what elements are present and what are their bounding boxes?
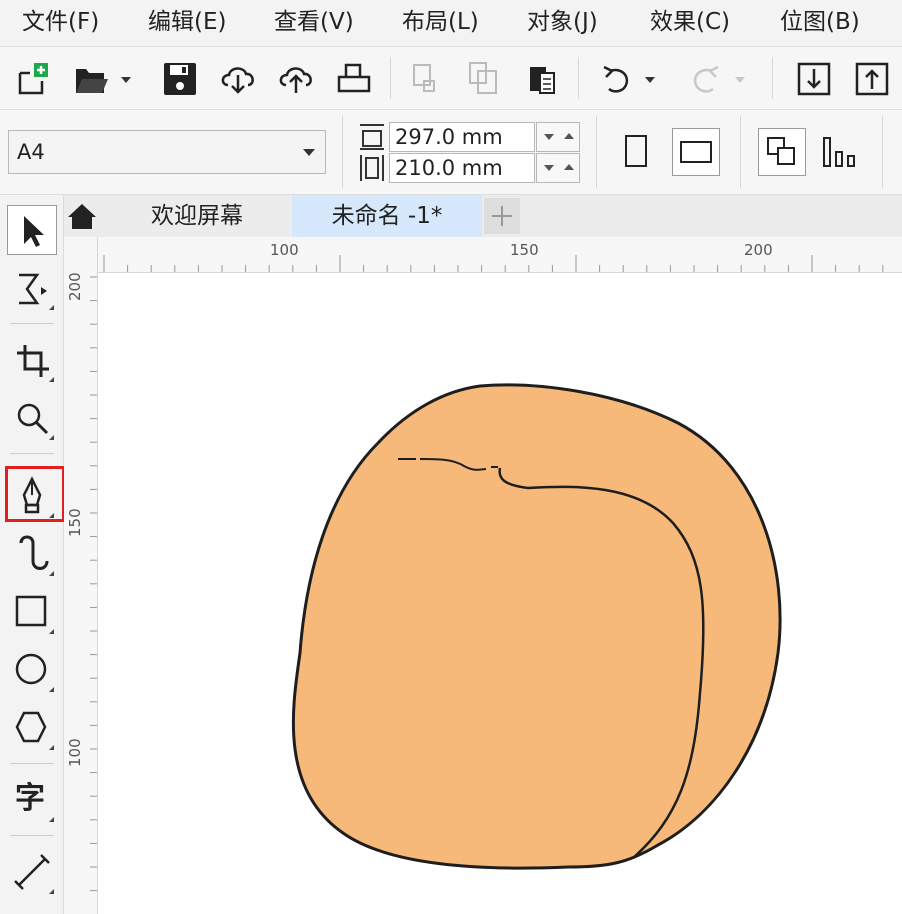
ruler-label-200: 200 xyxy=(744,241,773,259)
propbar-separator xyxy=(596,116,597,188)
copy-icon[interactable] xyxy=(464,59,504,99)
page-height-field[interactable]: 297.0 mm xyxy=(389,122,535,152)
ruler-label-v-200: 200 xyxy=(66,272,84,301)
toolbar-separator xyxy=(390,57,391,99)
portrait-icon[interactable] xyxy=(616,128,656,176)
cut-icon[interactable] xyxy=(406,59,446,99)
propbar-separator xyxy=(342,116,343,188)
text-tool-glyph: 字 xyxy=(15,781,45,816)
document-tab-bar: 欢迎屏幕 未命名 -1* xyxy=(64,195,902,237)
new-tab-plus-icon[interactable] xyxy=(484,198,520,234)
page-height-icon xyxy=(358,122,386,152)
flyout-arrow xyxy=(49,889,54,894)
home-icon[interactable] xyxy=(64,195,100,237)
chevron-down-icon xyxy=(544,134,554,140)
menu-view[interactable]: 查看(V) xyxy=(274,6,354,38)
standard-toolbar xyxy=(0,47,902,110)
toolbar-separator xyxy=(578,57,579,99)
menu-file[interactable]: 文件(F) xyxy=(22,6,99,38)
horizontal-ruler-ticks xyxy=(73,242,884,272)
tool-separator xyxy=(10,453,54,454)
menu-bar: 文件(F) 编辑(E) 查看(V) 布局(L) 对象(J) 效果(C) 位图(B… xyxy=(0,0,902,47)
paste-icon[interactable] xyxy=(522,59,562,99)
menu-effects[interactable]: 效果(C) xyxy=(650,6,730,38)
artistic-media-tool[interactable] xyxy=(7,529,57,579)
rectangle-tool[interactable] xyxy=(7,587,57,637)
open-dropdown-arrow[interactable] xyxy=(116,59,136,99)
new-document-icon[interactable] xyxy=(14,59,54,99)
flyout-arrow xyxy=(49,571,54,576)
open-folder-icon[interactable] xyxy=(72,59,112,99)
print-icon[interactable] xyxy=(334,59,374,99)
pick-tool[interactable] xyxy=(7,205,57,255)
import-cloud-icon[interactable] xyxy=(218,59,258,99)
flyout-arrow xyxy=(49,629,54,634)
redo-icon[interactable] xyxy=(686,59,726,99)
dimension-tool[interactable] xyxy=(7,847,57,897)
all-pages-icon[interactable] xyxy=(758,128,806,176)
page-height-stepper[interactable] xyxy=(536,122,580,152)
text-tool[interactable]: 字 xyxy=(7,775,57,825)
menu-edit[interactable]: 编辑(E) xyxy=(148,6,226,38)
menu-bitmaps[interactable]: 位图(B) xyxy=(780,6,860,38)
tool-separator xyxy=(10,835,54,836)
ruler-label-100: 100 xyxy=(270,241,299,259)
flyout-arrow xyxy=(49,435,54,440)
shape-tool[interactable] xyxy=(7,263,57,313)
ruler-label-v-100: 100 xyxy=(66,738,84,767)
flyout-arrow xyxy=(49,687,54,692)
toolbar-separator xyxy=(772,57,773,99)
save-icon[interactable] xyxy=(160,59,200,99)
redo-dropdown-arrow[interactable] xyxy=(730,59,750,99)
undo-icon[interactable] xyxy=(596,59,636,99)
propbar-separator xyxy=(740,116,741,188)
property-bar: A4 297.0 mm 210.0 mm xyxy=(0,110,902,195)
undo-dropdown-arrow[interactable] xyxy=(640,59,660,99)
horizontal-ruler[interactable]: 100 150 200 xyxy=(64,237,902,273)
flyout-arrow xyxy=(49,817,54,822)
chevron-up-icon xyxy=(564,133,574,139)
flyout-arrow xyxy=(49,305,54,310)
pen-tool-highlight xyxy=(5,466,65,522)
peach-shape[interactable] xyxy=(291,383,782,870)
polygon-tool[interactable] xyxy=(7,703,57,753)
page-width-stepper[interactable] xyxy=(536,153,580,183)
vertical-ruler[interactable]: 200 150 100 xyxy=(64,237,98,914)
page-width-icon xyxy=(358,153,386,183)
tool-separator xyxy=(10,763,54,764)
tab-untitled-1[interactable]: 未命名 -1* xyxy=(292,195,482,237)
chevron-down-icon xyxy=(544,165,554,171)
flyout-arrow xyxy=(49,745,54,750)
drawing-canvas[interactable] xyxy=(98,273,902,914)
crop-tool[interactable] xyxy=(7,335,57,385)
export-cloud-icon[interactable] xyxy=(276,59,316,99)
toolbox: 字 xyxy=(0,195,64,914)
ruler-label-v-150: 150 xyxy=(66,508,84,537)
propbar-separator xyxy=(882,116,883,188)
vertical-ruler-ticks xyxy=(90,276,97,892)
peach-drawing xyxy=(291,383,782,870)
tab-welcome-screen[interactable]: 欢迎屏幕 xyxy=(102,195,292,237)
ellipse-tool[interactable] xyxy=(7,645,57,695)
import-icon[interactable] xyxy=(794,59,834,99)
tool-separator xyxy=(10,323,54,324)
page-size-select[interactable]: A4 xyxy=(8,130,326,174)
menu-object[interactable]: 对象(J) xyxy=(527,6,598,38)
menu-layout[interactable]: 布局(L) xyxy=(402,6,479,38)
units-icon[interactable] xyxy=(818,128,862,176)
chevron-down-icon xyxy=(303,149,315,156)
landscape-icon[interactable] xyxy=(672,128,720,176)
flyout-arrow xyxy=(49,377,54,382)
page-width-field[interactable]: 210.0 mm xyxy=(389,153,535,183)
ruler-label-150: 150 xyxy=(510,241,539,259)
chevron-up-icon xyxy=(564,164,574,170)
export-icon[interactable] xyxy=(852,59,892,99)
zoom-tool[interactable] xyxy=(7,393,57,443)
page-size-value: A4 xyxy=(17,140,45,164)
